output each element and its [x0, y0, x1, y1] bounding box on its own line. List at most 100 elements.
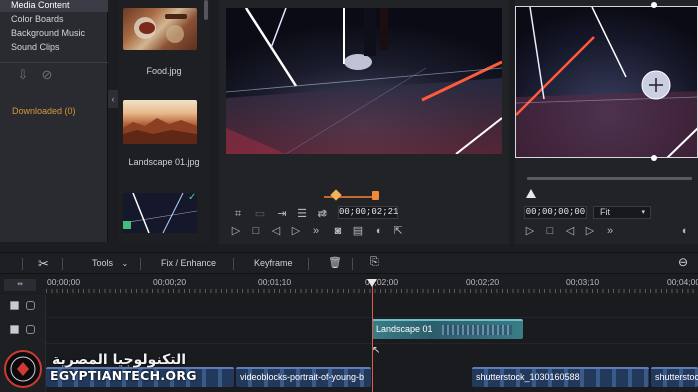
watermark-english-text: EGYPTIANTECH.ORG	[50, 368, 197, 383]
trash-icon[interactable]: 🗑	[328, 256, 342, 269]
watermark-logo	[4, 350, 42, 388]
snapshot-disabled-icon: ▭	[254, 208, 266, 220]
thumbnail-label: Landscape 01.jpg	[128, 157, 200, 167]
tools-menu[interactable]: Tools ⌄	[92, 258, 128, 268]
main-clip-shutterstock-2[interactable]: shutterstock_	[651, 367, 698, 387]
toolbar-divider	[352, 258, 353, 270]
stop-icon[interactable]: □	[249, 224, 263, 238]
editor-window: Media Content Color Boards Background Mu…	[0, 0, 698, 392]
library-item-media-content[interactable]: Media Content	[0, 0, 108, 12]
crop-icon[interactable]: ⌗	[231, 207, 245, 221]
overlay-clip-landscape[interactable]: Landscape 01	[372, 319, 523, 339]
play-icon[interactable]: ▷	[523, 224, 537, 238]
subtitle-icon[interactable]: ▤	[351, 224, 365, 238]
library-scrollbar[interactable]	[204, 0, 208, 20]
library-item-color-boards[interactable]: Color Boards	[0, 12, 108, 26]
library-panel: Media Content Color Boards Background Mu…	[0, 0, 108, 242]
main-clip-videoblocks[interactable]: videoblocks-portrait-of-young-b	[236, 367, 371, 387]
keyframe-button[interactable]: Keyframe	[254, 258, 293, 268]
chevron-down-icon: ⌄	[121, 259, 129, 268]
timeline-toolbar: ✂ Tools ⌄ Fix / Enhance Keyframe 🗑 ⎘ ⊖	[0, 252, 698, 274]
timeline-preview-video	[515, 6, 698, 158]
stop-icon[interactable]: □	[543, 224, 557, 238]
playhead-handle[interactable]	[367, 279, 377, 287]
library-item-label: Color Boards	[11, 14, 64, 24]
fast-forward-icon[interactable]: »	[603, 224, 617, 238]
toolbar-divider	[233, 258, 234, 270]
landscape-image	[123, 118, 197, 144]
library-item-sound-clips[interactable]: Sound Clips	[0, 40, 108, 54]
clip-preview-panel: ⌗ ▭ ⇥ ☰ ⇄ ⌾ 00;00;02;21 ▷ □ ◁ ▷ » ◙ ▤ ◖ …	[219, 0, 509, 244]
clip-label: videoblocks-portrait-of-young-b	[240, 372, 365, 382]
chevron-down-icon: ▾	[641, 209, 645, 216]
volume-icon[interactable]: ◖	[371, 224, 385, 238]
track-visible-checkbox[interactable]	[10, 325, 19, 334]
ruler-tick-label: 00;03;10	[566, 277, 600, 287]
main-clip-shutterstock-1[interactable]: shutterstock_1030160588	[472, 367, 649, 387]
transform-handle-top[interactable]	[651, 2, 657, 8]
prev-frame-icon[interactable]: ◁	[563, 224, 577, 238]
zoom-select[interactable]: Fit ▾	[593, 206, 651, 219]
lock-icon[interactable]	[26, 325, 35, 334]
watermark-logo-icon	[10, 356, 36, 382]
clip-label: shutterstock_	[655, 372, 698, 382]
timeline-timecode[interactable]: 00;00;00;00	[524, 206, 587, 219]
lock-icon[interactable]	[26, 301, 35, 310]
play-icon[interactable]: ▷	[229, 224, 243, 238]
toolbar-divider	[62, 258, 63, 270]
thumbnail-video[interactable]	[123, 193, 197, 233]
library-item-background-music[interactable]: Background Music	[0, 26, 108, 40]
ruler-tick-label: 00;01;10	[258, 277, 292, 287]
clip-thumbnail-strip	[442, 325, 512, 335]
playhead-line[interactable]	[372, 279, 373, 392]
thumbnail-label: Food.jpg	[146, 66, 182, 76]
expand-icon[interactable]: ⇱	[391, 224, 405, 238]
track-settings-button[interactable]: ⇹	[4, 279, 36, 291]
volume-icon[interactable]: ◖	[677, 224, 691, 238]
clip-preview-video	[226, 8, 502, 154]
download-icon[interactable]: ⇩	[16, 68, 30, 82]
video-thumb-image	[123, 193, 197, 233]
library-item-label: Background Music	[11, 28, 86, 38]
zoom-value: Fit	[600, 207, 610, 217]
thumbnail-food[interactable]	[123, 8, 197, 50]
disco-scene-right	[516, 7, 697, 157]
next-frame-icon[interactable]: ▷	[289, 224, 303, 238]
scissors-icon[interactable]: ✂	[38, 256, 49, 272]
trim-start-handle[interactable]	[330, 189, 342, 201]
marker-icon[interactable]: ⌾	[317, 207, 331, 221]
preview-seek-bar[interactable]	[527, 177, 692, 180]
timeline-ruler[interactable]: ⇹ 00;00;00 00;00;20 00;01;10 00;02;00 00…	[0, 275, 698, 295]
thumbnail-landscape[interactable]	[123, 100, 197, 144]
remove-icon[interactable]: ⊘	[40, 68, 54, 82]
overwrite-icon[interactable]: ☰	[295, 207, 309, 221]
trim-end-handle[interactable]	[372, 191, 379, 200]
fix-enhance-button[interactable]: Fix / Enhance	[161, 258, 216, 268]
insert-icon[interactable]: ⇥	[275, 207, 289, 221]
fast-forward-icon[interactable]: »	[309, 224, 323, 238]
collapse-panel-button[interactable]: ‹	[108, 90, 118, 108]
track-visible-checkbox[interactable]	[10, 301, 19, 310]
prev-frame-icon[interactable]: ◁	[269, 224, 283, 238]
transform-handle-bottom[interactable]	[651, 155, 657, 161]
clip-label: shutterstock_1030160588	[476, 372, 580, 382]
clip-timecode[interactable]: 00;00;02;21	[338, 206, 398, 219]
toolbar-divider	[22, 258, 23, 270]
ruler-tick-label: 00;00;20	[153, 277, 187, 287]
ruler-tick-label: 00;00;00	[47, 277, 81, 287]
library-item-label: Sound Clips	[11, 42, 60, 52]
next-frame-icon[interactable]: ▷	[583, 224, 597, 238]
watermark-arabic-text: التكنولوجيا المصرية	[52, 352, 187, 368]
ruler-tick-label: 00;04;00	[667, 277, 698, 287]
food-image	[134, 14, 187, 43]
seek-handle[interactable]	[526, 189, 536, 198]
clip-label: Landscape 01	[376, 324, 433, 334]
library-divider	[0, 62, 108, 63]
checkmark-icon: ✓	[188, 192, 197, 203]
export-frame-icon[interactable]: ⎘	[370, 256, 379, 269]
timeline-preview-panel: 00;00;00;00 Fit ▾ ▷ □ ◁ ▷ » ◖	[515, 0, 698, 244]
disco-scene	[226, 8, 502, 154]
camera-icon[interactable]: ◙	[331, 224, 345, 238]
library-item-downloaded[interactable]: Downloaded (0)	[12, 106, 76, 116]
zoom-out-icon[interactable]: ⊖	[678, 255, 688, 269]
